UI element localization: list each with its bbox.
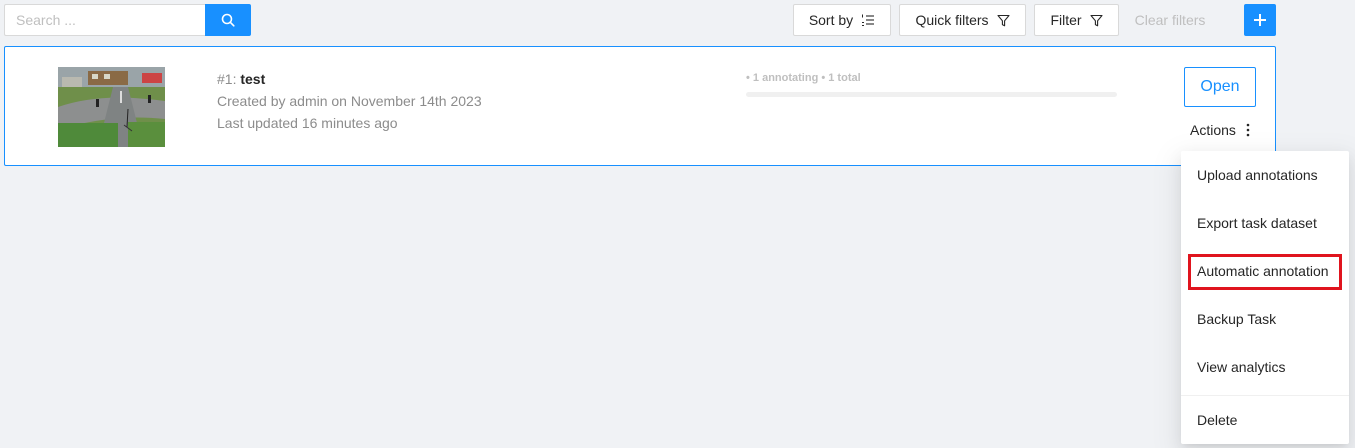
filter-button[interactable]: Filter (1034, 4, 1119, 36)
sort-by-label: Sort by (808, 12, 854, 28)
task-card: #1: test Created by admin on November 14… (4, 46, 1276, 166)
task-updated-info: Last updated 16 minutes ago (217, 115, 398, 131)
menu-item-view-analytics[interactable]: View analytics (1181, 351, 1349, 383)
quick-filters-label: Quick filters (915, 12, 989, 28)
clear-filters-label: Clear filters (1134, 12, 1206, 28)
plus-icon (1254, 14, 1266, 26)
task-preview-image[interactable] (58, 67, 165, 147)
search-bar (4, 4, 251, 36)
task-created-info: Created by admin on November 14th 2023 (217, 93, 482, 109)
actions-dropdown-trigger[interactable]: Actions (1190, 122, 1250, 138)
search-input[interactable] (4, 4, 205, 36)
task-title: #1: test (217, 71, 265, 87)
menu-item-export-task-dataset[interactable]: Export task dataset (1181, 207, 1349, 239)
menu-divider (1181, 395, 1349, 396)
ordered-list-icon (862, 14, 875, 26)
actions-menu: Upload annotations Export task dataset A… (1181, 151, 1349, 444)
menu-item-backup-task[interactable]: Backup Task (1181, 303, 1349, 335)
more-vertical-icon (1246, 123, 1250, 137)
filter-label: Filter (1050, 12, 1082, 28)
task-name[interactable]: test (240, 71, 265, 87)
task-progress-bar (746, 92, 1117, 97)
add-task-button[interactable] (1244, 4, 1276, 36)
quick-filters-button[interactable]: Quick filters (899, 4, 1026, 36)
task-progress-summary: • 1 annotating • 1 total (746, 72, 861, 84)
task-id: #1: (217, 71, 241, 87)
filter-icon (1090, 14, 1103, 26)
open-task-button[interactable]: Open (1184, 67, 1256, 107)
search-button[interactable] (205, 4, 251, 36)
clear-filters-button[interactable]: Clear filters (1124, 4, 1216, 36)
menu-item-upload-annotations[interactable]: Upload annotations (1181, 159, 1349, 191)
filter-icon (997, 14, 1010, 26)
menu-item-delete[interactable]: Delete (1181, 404, 1349, 436)
search-icon (221, 13, 235, 27)
menu-item-automatic-annotation[interactable]: Automatic annotation (1181, 255, 1349, 287)
sort-by-button[interactable]: Sort by (793, 4, 891, 36)
actions-label: Actions (1190, 122, 1236, 138)
